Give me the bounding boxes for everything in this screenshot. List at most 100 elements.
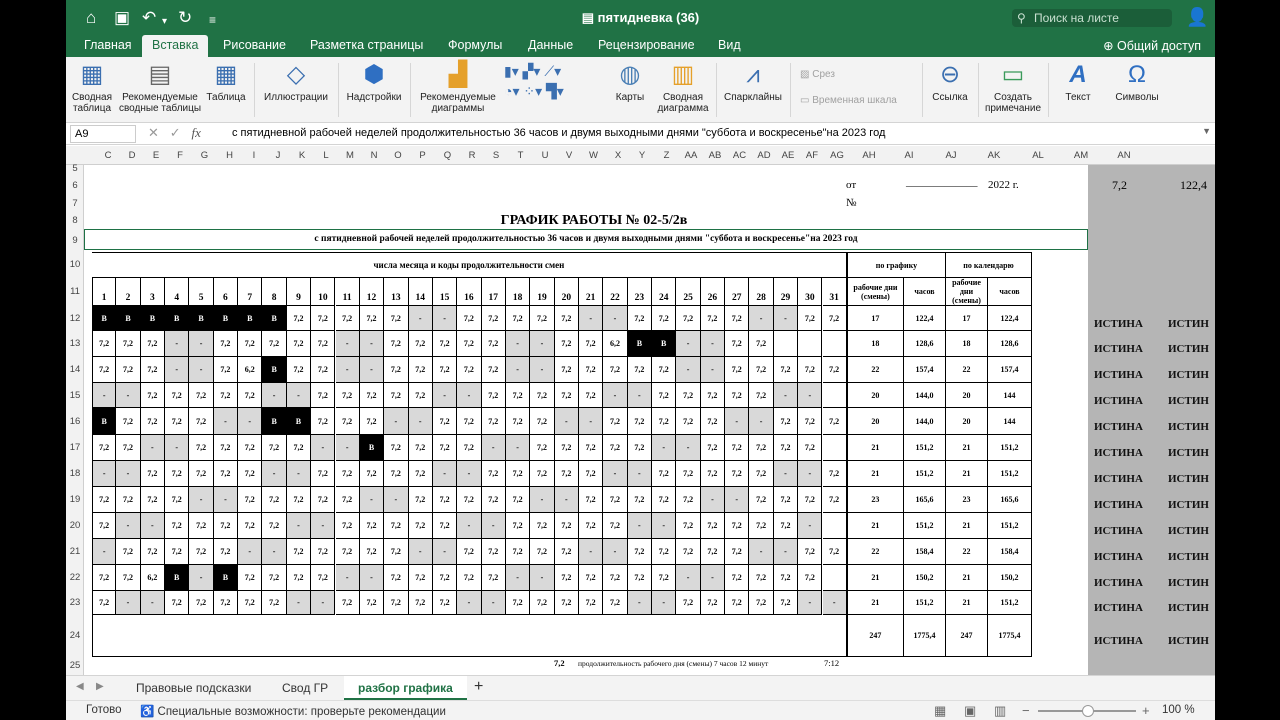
schedule-cell[interactable]: 7,2: [627, 565, 653, 591]
column-header-D[interactable]: D: [120, 146, 144, 165]
line-chart-icon[interactable]: ⟋▾: [544, 63, 561, 79]
schedule-cell[interactable]: 7,2: [505, 461, 531, 487]
schedule-cell[interactable]: 7,2: [189, 408, 214, 435]
schedule-cell[interactable]: -: [189, 357, 214, 383]
column-header-AH[interactable]: AH: [850, 146, 888, 165]
column-header-X[interactable]: X: [606, 146, 630, 165]
schedule-cell[interactable]: 7,2: [603, 357, 628, 383]
tab-formulas[interactable]: Формулы: [438, 35, 512, 57]
worksheet-grid[interactable]: от _____________ 2022 г. № ГРАФИК РАБОТЫ № 0…: [84, 165, 1088, 675]
table-button[interactable]: ▦ Таблица: [204, 61, 248, 103]
schedule-cell[interactable]: -: [384, 408, 409, 435]
schedule-cell[interactable]: -: [359, 565, 385, 591]
schedule-cell[interactable]: 7,2: [676, 461, 701, 487]
schedule-cell[interactable]: 7,2: [408, 331, 433, 357]
schedule-cell[interactable]: -: [238, 539, 263, 565]
schedule-cell[interactable]: 7,2: [140, 331, 166, 357]
month-total-cell[interactable]: 21: [846, 461, 904, 487]
schedule-cell[interactable]: 7,2: [213, 591, 239, 615]
row-header-11[interactable]: 11: [66, 278, 84, 306]
schedule-cell[interactable]: 7,2: [749, 591, 774, 615]
schedule-cell[interactable]: 7,2: [238, 435, 263, 461]
addins-button[interactable]: ⬢ Надстройки: [342, 61, 406, 103]
row-header-15[interactable]: 15: [66, 383, 84, 408]
column-header-R[interactable]: R: [460, 146, 484, 165]
sheet-tab-legal-hints[interactable]: Правовые подсказки: [122, 676, 265, 700]
schedule-cell[interactable]: 7,2: [700, 306, 726, 331]
tab-home[interactable]: Главная: [74, 35, 142, 57]
schedule-cell[interactable]: 7,2: [384, 461, 409, 487]
schedule-cell[interactable]: 7,2: [749, 383, 774, 408]
schedule-cell[interactable]: -: [798, 383, 823, 408]
schedule-cell[interactable]: 7,2: [725, 513, 750, 539]
schedule-cell[interactable]: 7,2: [481, 357, 506, 383]
schedule-cell[interactable]: 7,2: [140, 383, 166, 408]
schedule-cell[interactable]: 7,2: [165, 539, 190, 565]
month-total-cell[interactable]: 23: [846, 487, 904, 513]
column-header-H[interactable]: H: [217, 146, 242, 165]
schedule-cell[interactable]: -: [457, 513, 482, 539]
schedule-cell[interactable]: -: [627, 461, 653, 487]
schedule-cell[interactable]: -: [627, 591, 653, 615]
schedule-cell[interactable]: -: [116, 461, 141, 487]
row-header-12[interactable]: 12: [66, 306, 84, 331]
month-total-cell[interactable]: 151,2: [904, 513, 946, 539]
schedule-cell[interactable]: -: [579, 408, 604, 435]
sparklines-button[interactable]: ⩘ Спарклайны: [720, 61, 786, 103]
schedule-cell[interactable]: -: [530, 357, 555, 383]
schedule-cell[interactable]: 7,2: [408, 487, 433, 513]
schedule-cell[interactable]: 7,2: [554, 461, 579, 487]
schedule-cell[interactable]: 7,2: [627, 435, 653, 461]
schedule-cell[interactable]: 7,2: [773, 487, 799, 513]
new-comment-button[interactable]: ▭ Создать примечание: [982, 61, 1044, 114]
schedule-cell[interactable]: 7,2: [554, 357, 579, 383]
schedule-cell[interactable]: 7,2: [286, 487, 312, 513]
schedule-cell[interactable]: -: [286, 591, 312, 615]
month-total-cell[interactable]: 21: [846, 591, 904, 615]
schedule-cell[interactable]: 7,2: [530, 435, 555, 461]
schedule-cell[interactable]: 7,2: [286, 565, 312, 591]
schedule-cell[interactable]: В: [262, 408, 287, 435]
year-total-cell[interactable]: 1775,4: [988, 615, 1032, 657]
schedule-cell[interactable]: -: [335, 435, 360, 461]
schedule-cell[interactable]: -: [116, 383, 141, 408]
schedule-cell[interactable]: 7,2: [725, 331, 750, 357]
schedule-cell[interactable]: 7,2: [189, 435, 214, 461]
schedule-cell[interactable]: [822, 331, 847, 357]
column-header-N[interactable]: N: [362, 146, 386, 165]
schedule-cell[interactable]: 7,2: [432, 487, 458, 513]
schedule-cell[interactable]: [822, 383, 847, 408]
schedule-cell[interactable]: -: [530, 331, 555, 357]
schedule-cell[interactable]: 7,2: [335, 383, 360, 408]
schedule-cell[interactable]: -: [700, 487, 726, 513]
month-total-cell[interactable]: 157,4: [988, 357, 1032, 383]
schedule-cell[interactable]: 7,2: [822, 539, 847, 565]
schedule-cell[interactable]: 7,2: [311, 408, 336, 435]
schedule-cell[interactable]: 7,2: [165, 383, 190, 408]
schedule-cell[interactable]: 7,2: [432, 357, 458, 383]
schedule-cell[interactable]: 7,2: [335, 539, 360, 565]
schedule-cell[interactable]: -: [530, 487, 555, 513]
month-total-cell[interactable]: 128,6: [988, 331, 1032, 357]
schedule-cell[interactable]: 7,2: [481, 306, 506, 331]
schedule-cell[interactable]: 7,2: [505, 487, 531, 513]
schedule-cell[interactable]: 7,2: [725, 435, 750, 461]
row-header-19[interactable]: 19: [66, 487, 84, 513]
schedule-cell[interactable]: 7,2: [822, 357, 847, 383]
schedule-cell[interactable]: -: [579, 306, 604, 331]
schedule-cell[interactable]: 7,2: [676, 513, 701, 539]
column-header-AF[interactable]: AF: [800, 146, 824, 165]
schedule-cell[interactable]: 7,2: [749, 357, 774, 383]
column-header-M[interactable]: M: [338, 146, 362, 165]
schedule-cell[interactable]: 7,2: [676, 383, 701, 408]
schedule-cell[interactable]: 7,2: [603, 513, 628, 539]
schedule-cell[interactable]: -: [92, 383, 117, 408]
schedule-cell[interactable]: 7,2: [189, 513, 214, 539]
schedule-cell[interactable]: -: [311, 435, 336, 461]
schedule-cell[interactable]: 7,2: [505, 408, 531, 435]
fx-icon[interactable]: fx: [192, 125, 201, 140]
schedule-cell[interactable]: -: [359, 487, 385, 513]
month-total-cell[interactable]: 22: [846, 539, 904, 565]
row-header-20[interactable]: 20: [66, 513, 84, 539]
schedule-cell[interactable]: 7,2: [262, 513, 287, 539]
